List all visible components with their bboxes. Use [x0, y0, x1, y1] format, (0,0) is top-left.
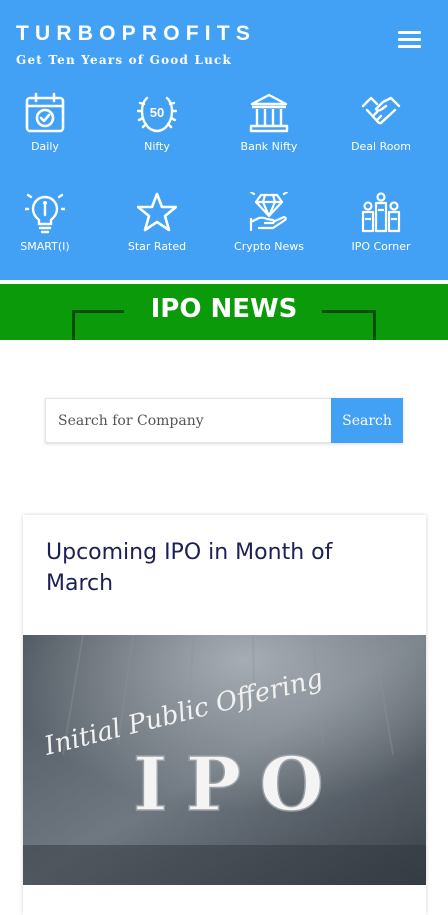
nav-item-label: Deal Room [351, 140, 411, 153]
svg-text:50: 50 [150, 105, 164, 120]
brand-logo-text[interactable]: TURBOPROFITS [16, 22, 256, 46]
ipo-news-banner[interactable]: IPO NEWS [0, 284, 448, 340]
article-title[interactable]: Upcoming IPO in Month of March [46, 537, 406, 599]
ipo-illustration: Initial Public Offering IPO [23, 635, 426, 885]
nav-item-label: Nifty [144, 140, 170, 153]
nav-item-ipo-corner[interactable]: IPO Corner [331, 192, 431, 272]
nav-item-label: IPO Corner [351, 240, 411, 253]
search-input[interactable] [45, 398, 331, 443]
calendar-check-icon [25, 92, 65, 133]
app-header: TURBOPROFITS Get Ten Years of Good Luck … [0, 0, 448, 280]
handshake-icon [361, 96, 401, 125]
nav-item-nifty[interactable]: 50 Nifty [107, 92, 207, 172]
nav-item-deal-room[interactable]: Deal Room [331, 92, 431, 172]
nav-item-label: SMART(I) [20, 240, 70, 253]
brand-tagline: Get Ten Years of Good Luck [16, 53, 233, 67]
nav-item-daily[interactable]: Daily [0, 92, 95, 172]
image-ipo-letters: IPO [133, 742, 342, 828]
banner-title: IPO NEWS [150, 294, 298, 324]
article-card[interactable]: Upcoming IPO in Month of March Initial P… [23, 515, 426, 915]
article-image[interactable]: Initial Public Offering IPO [23, 635, 426, 885]
hamburger-menu-icon[interactable] [396, 28, 426, 50]
nav-item-label: Bank Nifty [240, 140, 298, 153]
nav-item-label: Star Rated [127, 240, 187, 253]
diamond-hand-icon [249, 192, 289, 232]
company-search-bar: Search [45, 398, 403, 443]
people-podium-icon [361, 192, 401, 233]
bank-building-icon [249, 93, 289, 133]
nav-item-star-rated[interactable]: Star Rated [107, 192, 207, 272]
nav-item-label: Daily [31, 140, 59, 153]
search-button[interactable]: Search [331, 398, 403, 443]
nav-item-bank-nifty[interactable]: Bank Nifty [219, 92, 319, 172]
lightbulb-icon [25, 193, 65, 234]
nav-item-label: Crypto News [234, 240, 304, 253]
nav-item-crypto-news[interactable]: Crypto News [219, 192, 319, 272]
nav-item-smart[interactable]: SMART(I) [0, 192, 95, 272]
star-icon [137, 192, 177, 232]
nifty-50-laurel-icon: 50 [137, 96, 177, 133]
